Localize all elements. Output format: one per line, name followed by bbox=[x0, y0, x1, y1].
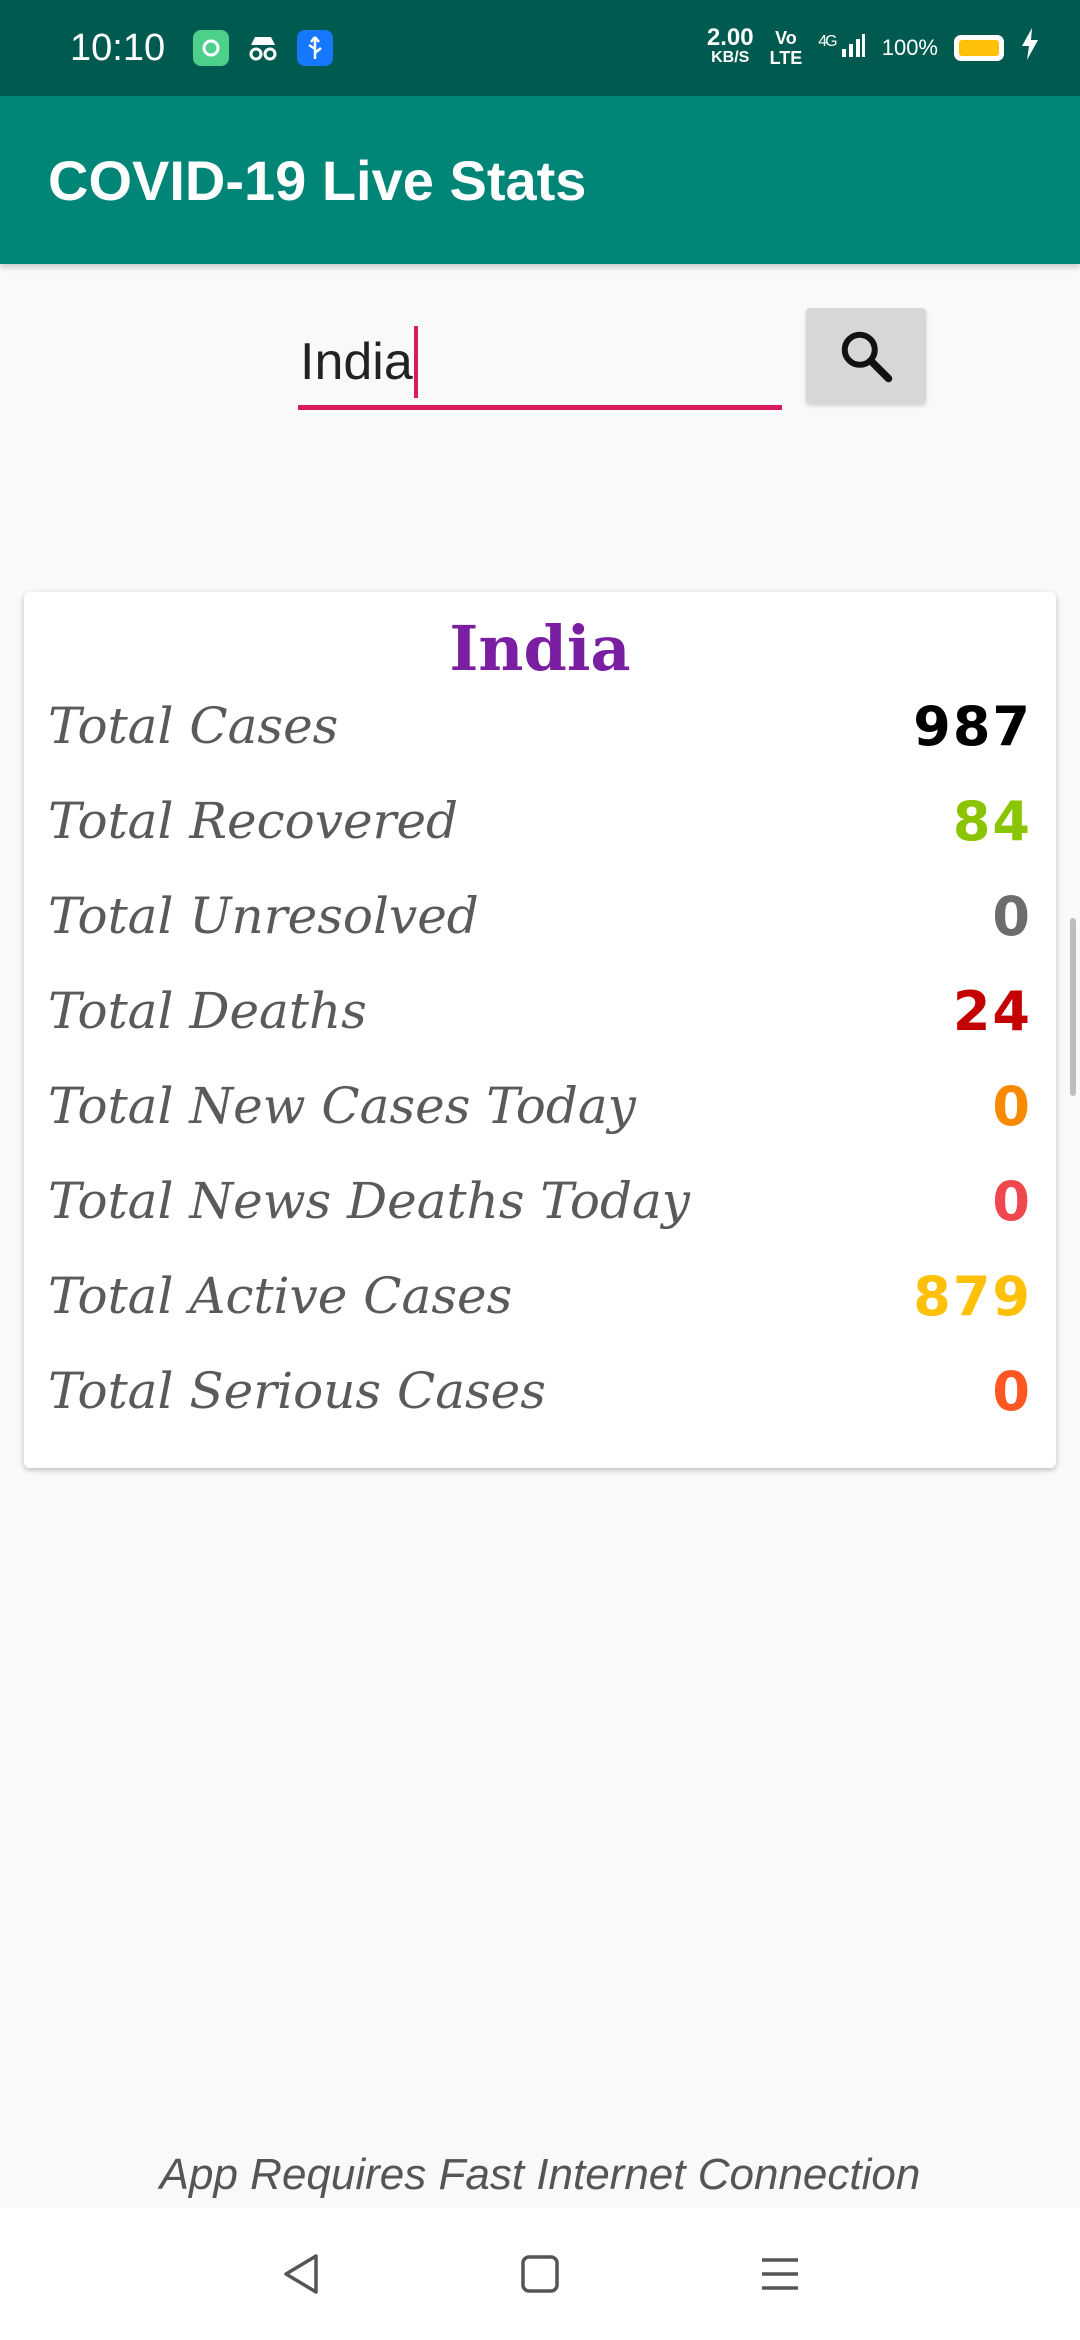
usb-icon bbox=[297, 30, 334, 66]
stat-value: 84 bbox=[952, 789, 1032, 853]
stat-row-total-unresolved: Total Unresolved 0 bbox=[48, 876, 1032, 956]
search-row bbox=[0, 308, 1080, 410]
back-icon bbox=[284, 2254, 318, 2294]
home-icon bbox=[521, 2255, 559, 2293]
stat-value: 24 bbox=[952, 979, 1032, 1043]
country-name: India bbox=[449, 612, 631, 685]
back-button[interactable] bbox=[260, 2234, 340, 2314]
stat-label: Total Serious Cases bbox=[48, 1362, 546, 1420]
stat-value: 0 bbox=[992, 1169, 1032, 1233]
menu-icon bbox=[762, 2258, 798, 2290]
stat-row-new-deaths-today: Total News Deaths Today 0 bbox=[48, 1161, 1032, 1241]
net-speed-unit: KB/S bbox=[711, 49, 750, 66]
stat-row-active-cases: Total Active Cases 879 bbox=[48, 1256, 1032, 1336]
battery-icon bbox=[954, 35, 1004, 61]
menu-button[interactable] bbox=[740, 2234, 820, 2314]
stat-value: 0 bbox=[992, 884, 1032, 948]
stats-card: India Total Cases 987 Total Recovered 84… bbox=[24, 592, 1056, 1468]
home-button[interactable] bbox=[500, 2234, 580, 2314]
signal-icon: 4G bbox=[818, 33, 865, 63]
battery-percent: 100% bbox=[881, 35, 938, 60]
charging-icon bbox=[1020, 28, 1040, 68]
stat-label: Total News Deaths Today bbox=[48, 1172, 691, 1230]
stat-label: Total Cases bbox=[48, 697, 339, 755]
stat-label: Total Recovered bbox=[48, 792, 459, 850]
stat-value: 0 bbox=[992, 1074, 1032, 1138]
status-right: 2.00 KB/S Vo LTE 4G 100% bbox=[706, 24, 1040, 68]
stat-value: 987 bbox=[913, 694, 1032, 758]
net-speed-value: 2.00 bbox=[706, 24, 754, 51]
network-type: 4G bbox=[818, 33, 837, 50]
volte-indicator: Vo LTE bbox=[770, 28, 803, 68]
stat-value: 0 bbox=[992, 1359, 1032, 1423]
status-time: 10:10 bbox=[70, 26, 166, 69]
app-title: COVID-19 Live Stats bbox=[48, 148, 587, 212]
text-caret bbox=[414, 326, 418, 398]
app-bar: COVID-19 Live Stats bbox=[0, 96, 1080, 264]
stat-label: Total Active Cases bbox=[48, 1267, 513, 1325]
net-speed: 2.00 KB/S bbox=[706, 24, 754, 68]
incognito-icon bbox=[245, 30, 281, 66]
volte-bottom: LTE bbox=[769, 48, 803, 68]
status-bar: 10:10 2.00 KB/S Vo LTE 4G 100% bbox=[0, 0, 1080, 96]
stat-row-total-deaths: Total Deaths 24 bbox=[48, 971, 1032, 1051]
stat-row-new-cases-today: Total New Cases Today 0 bbox=[48, 1066, 1032, 1146]
volte-top: Vo bbox=[775, 28, 797, 48]
stat-row-total-cases: Total Cases 987 bbox=[48, 686, 1032, 766]
search-button[interactable] bbox=[806, 308, 926, 404]
app-icon bbox=[193, 30, 230, 66]
nav-bar bbox=[0, 2208, 1080, 2340]
stat-row-total-recovered: Total Recovered 84 bbox=[48, 781, 1032, 861]
stat-value: 879 bbox=[913, 1264, 1032, 1328]
footer-note: App Requires Fast Internet Connection bbox=[159, 2150, 921, 2199]
stat-row-serious-cases: Total Serious Cases 0 bbox=[48, 1351, 1032, 1431]
search-input[interactable] bbox=[298, 318, 782, 410]
stat-label: Total Unresolved bbox=[48, 887, 479, 945]
search-icon bbox=[841, 331, 893, 383]
scrollbar[interactable] bbox=[1070, 918, 1076, 1096]
stat-label: Total Deaths bbox=[48, 982, 367, 1040]
stat-label: Total New Cases Today bbox=[48, 1077, 636, 1135]
